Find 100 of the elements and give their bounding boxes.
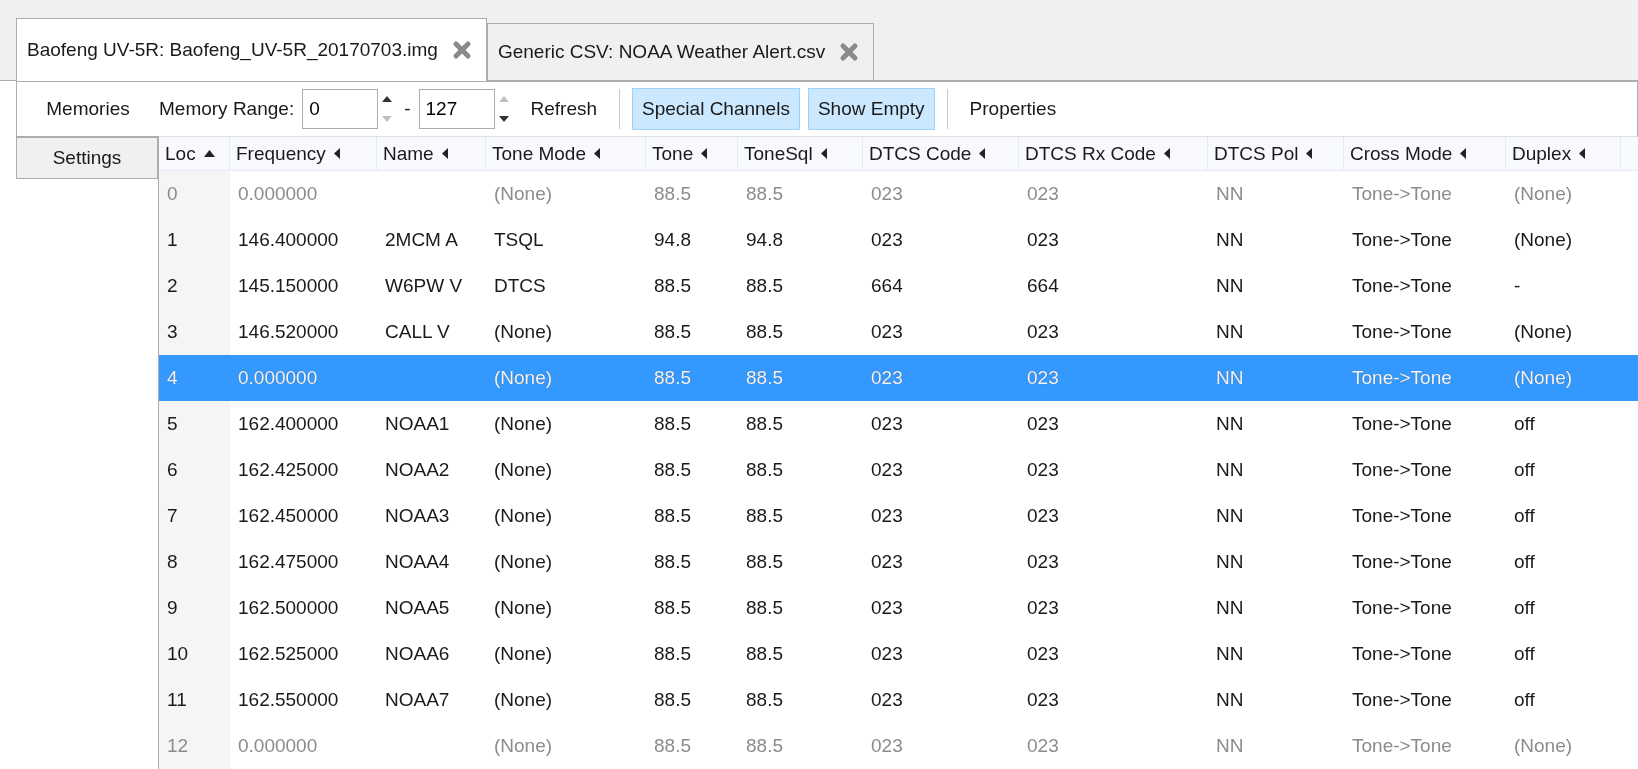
table-cell: 664 bbox=[871, 275, 903, 297]
table-cell: NN bbox=[1216, 367, 1244, 389]
table-cell: 162.475000 bbox=[238, 551, 339, 573]
table-cell: 023 bbox=[1027, 505, 1059, 527]
table-cell: (None) bbox=[1514, 321, 1573, 343]
table-cell: (None) bbox=[494, 413, 553, 435]
table-cell: (None) bbox=[494, 183, 553, 205]
table-cell: 9 bbox=[167, 597, 178, 619]
column-header[interactable]: ToneSql bbox=[744, 142, 813, 165]
toggle-button[interactable]: Special Channels bbox=[632, 88, 800, 130]
table-cell: 146.400000 bbox=[238, 229, 339, 251]
close-icon[interactable] bbox=[451, 40, 472, 60]
table-cell: 88.5 bbox=[654, 505, 691, 527]
table-cell: 023 bbox=[871, 505, 903, 527]
toggle-button[interactable]: Show Empty bbox=[807, 88, 935, 130]
table-cell: 023 bbox=[871, 551, 903, 573]
table-cell: Tone->Tone bbox=[1352, 413, 1452, 435]
table-cell: NN bbox=[1216, 459, 1244, 481]
column-header[interactable]: Tone Mode bbox=[492, 142, 586, 165]
side-tab[interactable]: Memories bbox=[16, 81, 159, 137]
table-cell: off bbox=[1514, 689, 1535, 711]
table-cell: 88.5 bbox=[746, 183, 783, 205]
spin-down-icon[interactable] bbox=[498, 116, 509, 122]
table-cell: 023 bbox=[871, 597, 903, 619]
table-cell: 88.5 bbox=[746, 597, 783, 619]
table-cell: (None) bbox=[1514, 367, 1573, 389]
file-tab[interactable]: Baofeng UV-5R: Baofeng_UV-5R_20170703.img bbox=[16, 18, 487, 81]
column-header[interactable]: DTCS Code bbox=[869, 142, 972, 165]
table-cell: 10 bbox=[167, 643, 189, 665]
column-header[interactable]: DTCS Pol bbox=[1214, 142, 1299, 165]
table-cell: - bbox=[1514, 275, 1521, 297]
table-cell: 88.5 bbox=[746, 551, 783, 573]
range-dash: - bbox=[404, 98, 411, 120]
table-cell: 162.425000 bbox=[238, 459, 339, 481]
table-cell: Tone->Tone bbox=[1352, 229, 1452, 251]
table-cell: Tone->Tone bbox=[1352, 275, 1452, 297]
table-cell: 023 bbox=[871, 735, 903, 757]
table-cell: Tone->Tone bbox=[1352, 459, 1452, 481]
table-cell: 88.5 bbox=[746, 643, 783, 665]
table-cell: 88.5 bbox=[746, 459, 783, 481]
table-cell: (None) bbox=[494, 597, 553, 619]
column-header[interactable]: Frequency bbox=[236, 142, 326, 165]
close-icon[interactable] bbox=[839, 42, 860, 62]
column-header[interactable]: Cross Mode bbox=[1350, 142, 1453, 165]
table-cell: 88.5 bbox=[746, 367, 783, 389]
table-cell: (None) bbox=[494, 505, 553, 527]
column-header[interactable]: Loc bbox=[165, 142, 196, 165]
table-cell: 145.150000 bbox=[238, 275, 339, 297]
table-cell: 162.550000 bbox=[238, 689, 339, 711]
table-cell: NOAA3 bbox=[385, 505, 450, 527]
table-cell: NN bbox=[1216, 551, 1244, 573]
column-header[interactable]: Name bbox=[383, 142, 434, 165]
table-cell: 023 bbox=[871, 413, 903, 435]
table-cell: NOAA1 bbox=[385, 413, 450, 435]
table-cell: NN bbox=[1216, 275, 1244, 297]
number-field[interactable]: 0 bbox=[302, 89, 379, 129]
file-tab[interactable]: Generic CSV: NOAA Weather Alert.csv bbox=[486, 23, 875, 80]
table-cell: 88.5 bbox=[654, 459, 691, 481]
table-cell: 023 bbox=[1027, 643, 1059, 665]
table-cell: 6 bbox=[167, 459, 178, 481]
column-header[interactable]: DTCS Rx Code bbox=[1025, 142, 1156, 165]
table-cell: 023 bbox=[1027, 413, 1059, 435]
table-cell: 88.5 bbox=[746, 689, 783, 711]
table-cell: 7 bbox=[167, 505, 178, 527]
table-cell: NN bbox=[1216, 643, 1244, 665]
table-cell: (None) bbox=[494, 735, 553, 757]
table-cell: NN bbox=[1216, 689, 1244, 711]
table-cell: NOAA4 bbox=[385, 551, 450, 573]
table-cell: (None) bbox=[494, 551, 553, 573]
table-cell: NOAA7 bbox=[385, 689, 450, 711]
table-cell: off bbox=[1514, 551, 1535, 573]
table-cell: 4 bbox=[167, 367, 178, 389]
column-header[interactable]: Duplex bbox=[1512, 142, 1572, 165]
table-cell: 0 bbox=[167, 183, 178, 205]
column-header[interactable]: Tone bbox=[652, 142, 694, 165]
side-tab[interactable]: Settings bbox=[16, 137, 158, 179]
table-cell: Tone->Tone bbox=[1352, 183, 1452, 205]
refresh-button[interactable]: Refresh bbox=[520, 88, 608, 130]
table-cell: 0.000000 bbox=[238, 367, 318, 389]
table-cell: 88.5 bbox=[654, 689, 691, 711]
table-cell: (None) bbox=[494, 459, 553, 481]
table-cell: NN bbox=[1216, 321, 1244, 343]
table-cell: 88.5 bbox=[746, 505, 783, 527]
table-cell: 023 bbox=[1027, 459, 1059, 481]
table-cell: 023 bbox=[1027, 367, 1059, 389]
table-cell: 162.400000 bbox=[238, 413, 339, 435]
table-cell: (None) bbox=[494, 321, 553, 343]
table-cell: 88.5 bbox=[746, 275, 783, 297]
properties-button[interactable]: Properties bbox=[959, 88, 1067, 130]
table-cell: (None) bbox=[1514, 229, 1573, 251]
table-cell: 88.5 bbox=[746, 413, 783, 435]
spin-up-icon[interactable] bbox=[382, 96, 393, 102]
table-cell: 88.5 bbox=[654, 597, 691, 619]
table-cell: NN bbox=[1216, 183, 1244, 205]
table-cell: (None) bbox=[494, 367, 553, 389]
table-cell: NN bbox=[1216, 505, 1244, 527]
table-cell: 162.500000 bbox=[238, 597, 339, 619]
number-field[interactable]: 127 bbox=[418, 89, 495, 129]
table-cell: 88.5 bbox=[654, 321, 691, 343]
table-cell: 023 bbox=[871, 643, 903, 665]
